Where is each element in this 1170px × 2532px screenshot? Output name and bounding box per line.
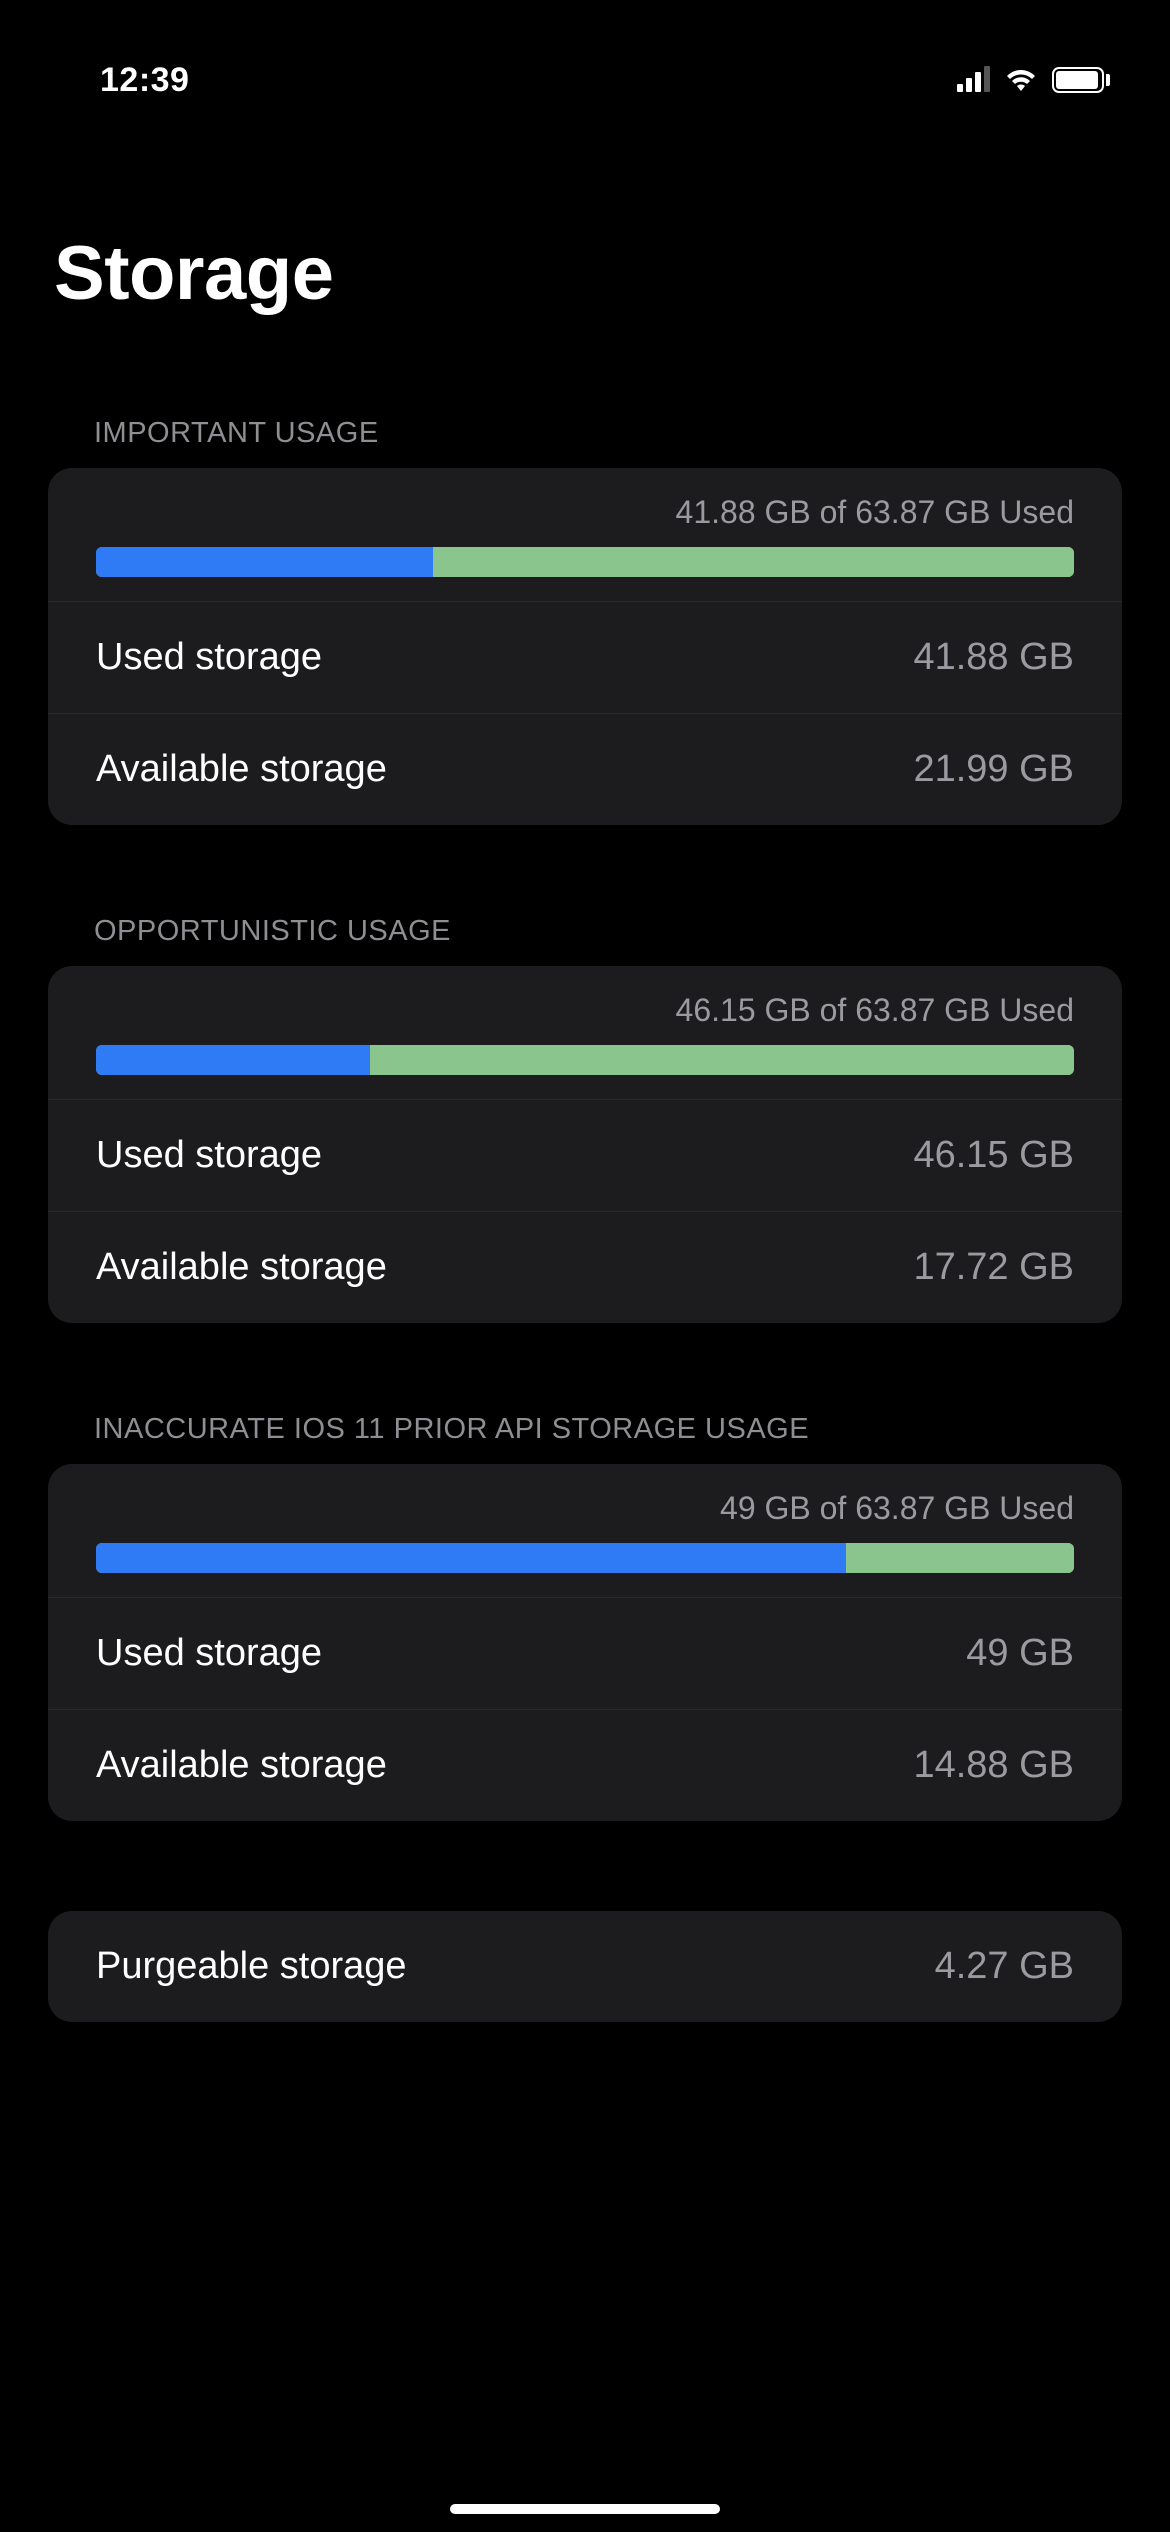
row-used-storage[interactable]: Used storage 49 GB — [48, 1597, 1122, 1709]
row-available-storage[interactable]: Available storage 17.72 GB — [48, 1211, 1122, 1323]
battery-icon — [1052, 67, 1110, 93]
row-used-storage[interactable]: Used storage 41.88 GB — [48, 601, 1122, 713]
row-label: Available storage — [96, 1744, 387, 1787]
row-value: 14.88 GB — [913, 1744, 1074, 1787]
storage-bar-used — [96, 1045, 370, 1075]
storage-bar — [96, 1543, 1074, 1573]
row-value: 41.88 GB — [913, 636, 1074, 679]
storage-summary-text: 46.15 GB of 63.87 GB Used — [96, 992, 1074, 1029]
row-available-storage[interactable]: Available storage 21.99 GB — [48, 713, 1122, 825]
section-important-usage: IMPORTANT USAGE 41.88 GB of 63.87 GB Use… — [48, 417, 1122, 825]
storage-bar — [96, 547, 1074, 577]
storage-bar-free — [846, 1543, 1074, 1573]
storage-summary-row: 41.88 GB of 63.87 GB Used — [48, 468, 1122, 601]
row-label: Purgeable storage — [96, 1945, 407, 1988]
storage-bar-used — [96, 1543, 846, 1573]
home-indicator[interactable] — [450, 2504, 720, 2514]
storage-card: Purgeable storage 4.27 GB — [48, 1911, 1122, 2022]
row-label: Used storage — [96, 1134, 322, 1177]
storage-summary-row: 49 GB of 63.87 GB Used — [48, 1464, 1122, 1597]
status-bar: 12:39 — [0, 0, 1170, 120]
section-header: IMPORTANT USAGE — [48, 417, 1122, 468]
row-used-storage[interactable]: Used storage 46.15 GB — [48, 1099, 1122, 1211]
storage-summary-row: 46.15 GB of 63.87 GB Used — [48, 966, 1122, 1099]
storage-summary-text: 41.88 GB of 63.87 GB Used — [96, 494, 1074, 531]
page-title: Storage — [0, 120, 1170, 317]
storage-card: 41.88 GB of 63.87 GB Used Used storage 4… — [48, 468, 1122, 825]
storage-bar-free — [370, 1045, 1074, 1075]
section-header: OPPORTUNISTIC USAGE — [48, 915, 1122, 966]
status-time: 12:39 — [100, 61, 189, 100]
section-header: INACCURATE IOS 11 PRIOR API STORAGE USAG… — [48, 1413, 1122, 1464]
storage-bar-free — [433, 547, 1074, 577]
storage-card: 49 GB of 63.87 GB Used Used storage 49 G… — [48, 1464, 1122, 1821]
cellular-icon — [957, 68, 990, 92]
row-value: 21.99 GB — [913, 748, 1074, 791]
status-indicators — [957, 67, 1110, 93]
wifi-icon — [1004, 67, 1038, 93]
row-value: 49 GB — [966, 1632, 1074, 1675]
storage-bar-used — [96, 547, 433, 577]
row-label: Used storage — [96, 1632, 322, 1675]
section-opportunistic-usage: OPPORTUNISTIC USAGE 46.15 GB of 63.87 GB… — [48, 915, 1122, 1323]
storage-summary-text: 49 GB of 63.87 GB Used — [96, 1490, 1074, 1527]
row-purgeable-storage[interactable]: Purgeable storage 4.27 GB — [48, 1911, 1122, 2022]
row-label: Available storage — [96, 748, 387, 791]
section-inaccurate-api-usage: INACCURATE IOS 11 PRIOR API STORAGE USAG… — [48, 1413, 1122, 1821]
storage-card: 46.15 GB of 63.87 GB Used Used storage 4… — [48, 966, 1122, 1323]
row-available-storage[interactable]: Available storage 14.88 GB — [48, 1709, 1122, 1821]
section-extra: Purgeable storage 4.27 GB — [48, 1911, 1122, 2022]
row-value: 17.72 GB — [913, 1246, 1074, 1289]
row-value: 4.27 GB — [935, 1945, 1074, 1988]
row-label: Used storage — [96, 636, 322, 679]
row-value: 46.15 GB — [913, 1134, 1074, 1177]
storage-bar — [96, 1045, 1074, 1075]
row-label: Available storage — [96, 1246, 387, 1289]
